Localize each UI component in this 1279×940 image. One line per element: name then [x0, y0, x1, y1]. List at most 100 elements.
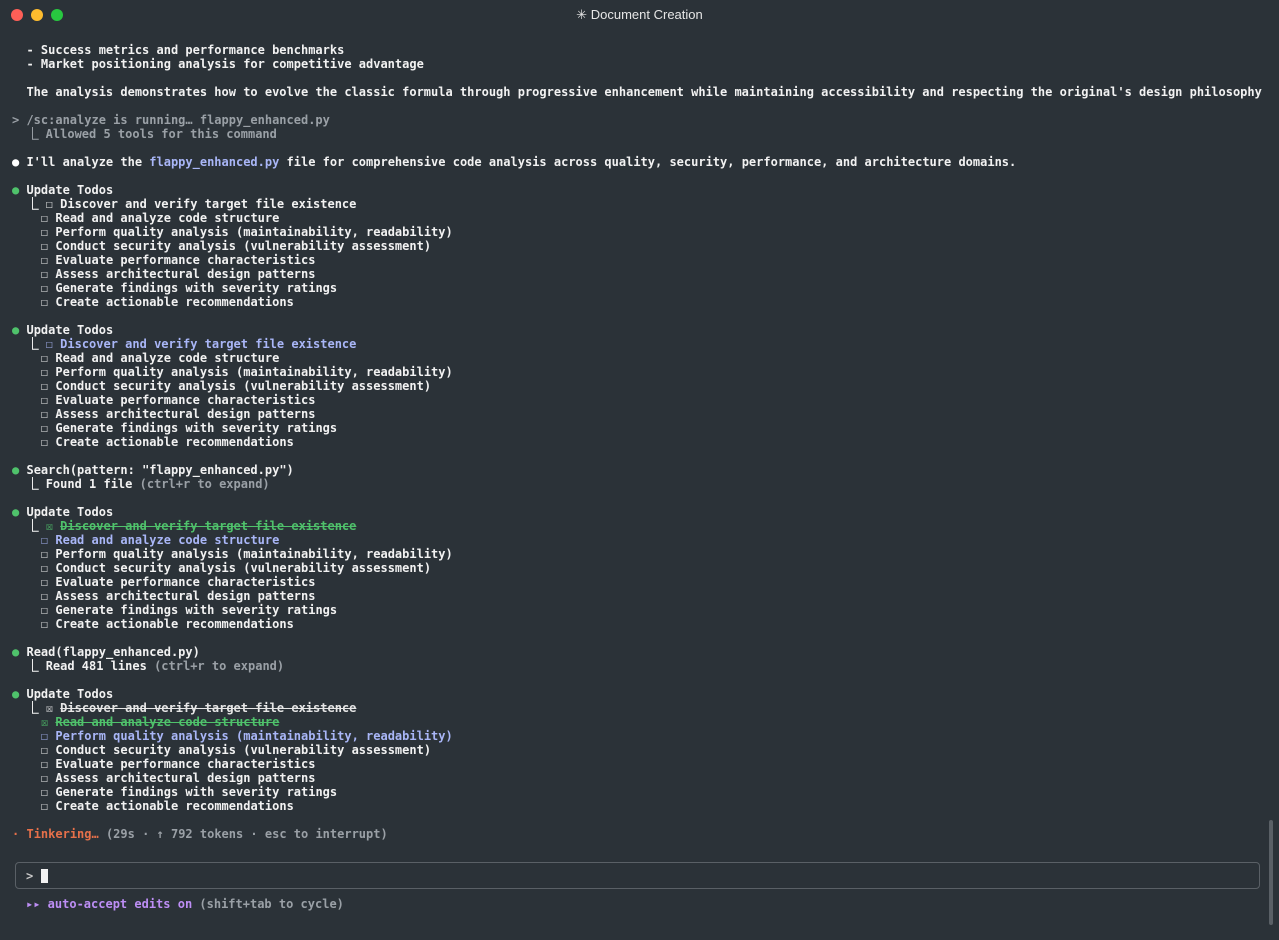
window-title: ✳ Document Creation: [576, 7, 703, 22]
checkbox-icon: ☐: [40, 589, 49, 603]
terminal-output: - Success metrics and performance benchm…: [12, 43, 1263, 841]
checkbox-icon: ☐: [40, 253, 49, 267]
search-result: ⎿ Found 1 file (ctrl+r to expand): [12, 477, 270, 491]
command-tools-note: ⎿ Allowed 5 tools for this command: [12, 127, 277, 141]
mode-hint: (shift+tab to cycle): [192, 897, 344, 911]
todo-item: ⎿ ☐ Discover and verify target file exis…: [12, 197, 357, 211]
checkbox-icon: ☐: [40, 351, 49, 365]
expand-hint: (ctrl+r to expand): [132, 477, 270, 491]
checkbox-icon: ☐: [45, 197, 53, 211]
checkbox-icon: ☐: [40, 435, 49, 449]
checkbox-icon: ☐: [40, 547, 49, 561]
status-dot-icon: ●: [12, 505, 20, 519]
todo-header: ● Update Todos: [12, 183, 114, 197]
todo-item: ☐ Read and analyze code structure: [40, 351, 280, 365]
mode-label: auto-accept edits on: [40, 897, 193, 911]
checkbox-icon: ☐: [40, 785, 49, 799]
todo-item: ☐ Create actionable recommendations: [40, 295, 294, 309]
todo-item: ☐ Conduct security analysis (vulnerabili…: [40, 561, 432, 575]
checkbox-icon: ☐: [45, 337, 53, 351]
todo-item: ☐ Perform quality analysis (maintainabil…: [40, 547, 453, 561]
todo-header: ● Update Todos: [12, 323, 114, 337]
checkbox-icon: ☐: [40, 267, 49, 281]
file-link[interactable]: flappy_enhanced.py: [149, 155, 279, 169]
checkbox-icon: ☐: [40, 743, 49, 757]
checkbox-icon: ☐: [40, 799, 49, 813]
todo-item: ☐ Read and analyze code structure: [40, 211, 280, 225]
checked-box-icon: ☒: [45, 701, 53, 715]
todo-item-active: ⎿ ☐ Discover and verify target file exis…: [12, 337, 357, 351]
title-bar: ✳ Document Creation: [0, 0, 1279, 30]
checkbox-icon: ☐: [40, 281, 49, 295]
text-cursor: [41, 869, 48, 883]
status-dot-icon: ●: [12, 323, 20, 337]
status-dot-icon: ●: [12, 183, 20, 197]
checkbox-icon: ☐: [40, 603, 49, 617]
intro-summary: The analysis demonstrates how to evolve …: [12, 85, 1263, 99]
prompt-input[interactable]: >: [15, 862, 1260, 889]
status-verb: Tinkering…: [26, 827, 99, 841]
checkbox-icon: ☐: [40, 421, 49, 435]
intro-bullet: - Success metrics and performance benchm…: [12, 43, 345, 57]
todo-item: ☐ Assess architectural design patterns: [40, 589, 316, 603]
todo-item: ☐ Evaluate performance characteristics: [40, 253, 316, 267]
intro-bullet: - Market positioning analysis for compet…: [12, 57, 424, 71]
checkbox-icon: ☐: [40, 379, 49, 393]
command-line: > /sc:analyze is running… flappy_enhance…: [12, 113, 330, 127]
todo-item-active: ☐ Read and analyze code structure: [40, 533, 280, 547]
todo-item: ☐ Assess architectural design patterns: [40, 407, 316, 421]
todo-item: ☐ Create actionable recommendations: [40, 435, 294, 449]
checked-box-icon: ☒: [45, 519, 53, 533]
read-tool-call: ● Read(flappy_enhanced.py): [12, 645, 200, 659]
checkbox-icon: ☐: [40, 729, 49, 743]
expand-hint: (ctrl+r to expand): [146, 659, 285, 673]
todo-item: ☐ Generate findings with severity rating…: [40, 603, 338, 617]
todo-item: ☐ Perform quality analysis (maintainabil…: [40, 365, 453, 379]
checkbox-icon: ☐: [40, 757, 49, 771]
analyze-message: ● I'll analyze the flappy_enhanced.py fi…: [12, 155, 1017, 169]
todo-header: ● Update Todos: [12, 505, 114, 519]
todo-item: ☐ Perform quality analysis (maintainabil…: [40, 225, 453, 239]
checkbox-icon: ☐: [40, 533, 49, 547]
todo-item: ☐ Conduct security analysis (vulnerabili…: [40, 743, 432, 757]
todo-item: ☐ Assess architectural design patterns: [40, 771, 316, 785]
checkbox-icon: ☐: [40, 365, 49, 379]
checkbox-icon: ☐: [40, 211, 49, 225]
todo-item: ☐ Create actionable recommendations: [40, 799, 294, 813]
todo-item-done: ⎿ ☒ Discover and verify target file exis…: [12, 701, 357, 715]
prompt-chevron-icon: >: [26, 869, 34, 883]
status-line: · Tinkering… (29s · ↑ 792 tokens · esc t…: [12, 827, 1263, 841]
checkbox-icon: ☐: [40, 239, 49, 253]
status-dot-icon: ●: [12, 645, 20, 659]
status-dot-icon: ●: [12, 687, 20, 701]
spinner-icon: ·: [12, 827, 20, 841]
search-tool-call: ● Search(pattern: "flappy_enhanced.py"): [12, 463, 294, 477]
checkbox-icon: ☐: [40, 575, 49, 589]
todo-item-done: ⎿ ☒ Discover and verify target file exis…: [12, 519, 357, 533]
status-detail: (29s · ↑ 792 tokens · esc to interrupt): [98, 827, 388, 841]
todo-item: ☐ Evaluate performance characteristics: [40, 393, 316, 407]
checked-box-icon: ☒: [40, 715, 49, 729]
checkbox-icon: ☐: [40, 771, 49, 785]
todo-item: ☐ Generate findings with severity rating…: [40, 785, 338, 799]
checkbox-icon: ☐: [40, 295, 49, 309]
checkbox-icon: ☐: [40, 561, 49, 575]
checkbox-icon: ☐: [40, 617, 49, 631]
terminal-window: ✳ Document Creation - Success metrics an…: [0, 0, 1279, 940]
fast-forward-icon: ▸▸: [26, 897, 41, 911]
status-dot-icon: ●: [12, 463, 20, 477]
todo-item: ☐ Conduct security analysis (vulnerabili…: [40, 239, 432, 253]
todo-header: ● Update Todos: [12, 687, 114, 701]
todo-item: ☐ Conduct security analysis (vulnerabili…: [40, 379, 432, 393]
mode-footer: ▸▸ auto-accept edits on (shift+tab to cy…: [26, 897, 344, 911]
checkbox-icon: ☐: [40, 393, 49, 407]
todo-item: ☐ Generate findings with severity rating…: [40, 281, 338, 295]
todo-item: ☐ Generate findings with severity rating…: [40, 421, 338, 435]
todo-item: ☐ Evaluate performance characteristics: [40, 757, 316, 771]
todo-item-active: ☐ Perform quality analysis (maintainabil…: [40, 729, 453, 743]
checkbox-icon: ☐: [40, 225, 49, 239]
vertical-scrollbar[interactable]: [1269, 820, 1273, 925]
checkbox-icon: ☐: [40, 407, 49, 421]
todo-item-done: ☒ Read and analyze code structure: [40, 715, 280, 729]
read-result: ⎿ Read 481 lines (ctrl+r to expand): [12, 659, 285, 673]
